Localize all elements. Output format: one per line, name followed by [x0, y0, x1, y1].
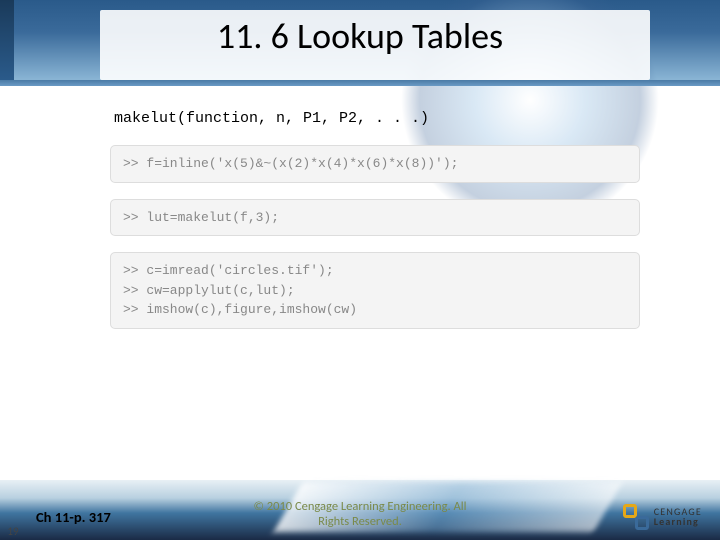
function-signature: makelut(function, n, P1, P2, . . .)	[110, 110, 640, 127]
footer: 19 Ch 11-p. 317 © 2010 Cengage Learning …	[0, 488, 720, 540]
logo-icon	[623, 504, 649, 530]
header-divider	[0, 80, 720, 86]
logo-text-l2: Learning	[654, 517, 702, 527]
copyright-line-1: © 2010 Cengage Learning Engineering. All	[254, 499, 467, 514]
code-box-3: >> c=imread('circles.tif'); >> cw=applyl…	[110, 252, 640, 329]
copyright-text: © 2010 Cengage Learning Engineering. All…	[0, 499, 720, 530]
logo-text: CENGAGE Learning	[654, 507, 702, 527]
code-box-1: >> f=inline('x(5)&~(x(2)*x(4)*x(6)*x(8))…	[110, 145, 640, 183]
code-box-2: >> lut=makelut(f,3);	[110, 199, 640, 237]
copyright-line-2: Rights Reserved.	[318, 514, 402, 529]
content-area: makelut(function, n, P1, P2, . . .) >> f…	[110, 110, 640, 345]
cengage-logo: CENGAGE Learning	[623, 504, 702, 530]
slide-title: 11. 6 Lookup Tables	[0, 14, 720, 58]
